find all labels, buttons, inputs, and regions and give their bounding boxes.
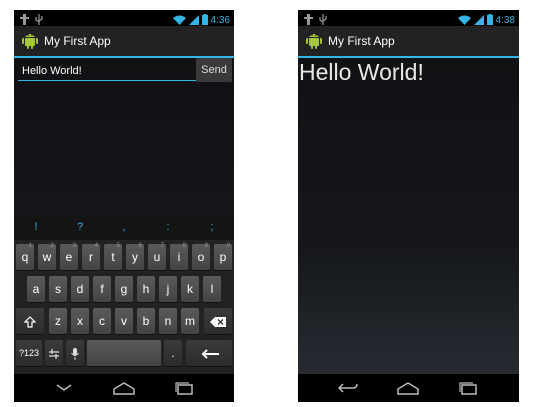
key-alt: 9	[204, 243, 208, 249]
key-label: o	[197, 250, 205, 264]
key-label: i	[177, 250, 181, 264]
action-bar: My First App	[14, 26, 234, 58]
right-phone-screen: 4:38 My First App Hello World!	[298, 10, 519, 402]
app-title: My First App	[44, 34, 111, 48]
nav-recent-icon[interactable]	[170, 380, 198, 396]
key-b[interactable]: b	[137, 308, 155, 334]
key-label: y	[132, 250, 138, 264]
nav-recent-icon[interactable]	[454, 380, 482, 396]
key-alt: 3	[72, 243, 76, 249]
space-key[interactable]	[87, 340, 161, 366]
key-alt: 4	[94, 243, 98, 249]
left-phone-screen: 4:36 My First App Hello World! Send ! ? …	[14, 10, 234, 402]
nav-home-icon[interactable]	[394, 380, 422, 396]
key-s[interactable]: s	[49, 276, 67, 302]
navigation-bar	[298, 374, 519, 402]
suggestion-item[interactable]: ,	[102, 214, 146, 240]
key-alt: 7	[160, 243, 164, 249]
key-d[interactable]: d	[71, 276, 89, 302]
suggestion-strip: ! ? , : ;	[14, 214, 234, 240]
key-alt: 8	[182, 243, 186, 249]
key-alt: 6	[138, 243, 142, 249]
key-j[interactable]: j	[159, 276, 177, 302]
send-button[interactable]: Send	[196, 58, 232, 82]
action-bar: My First App	[298, 26, 519, 58]
backspace-key[interactable]	[204, 308, 232, 334]
key-label: p	[219, 250, 227, 264]
suggestion-item[interactable]: ;	[190, 214, 234, 240]
key-o[interactable]: o9	[192, 243, 210, 270]
app-title: My First App	[328, 34, 395, 48]
soft-keyboard: ! ? , : ; q1 w2 e3 r4 t5 y6 u7 i8 o9 p0 …	[14, 214, 234, 374]
mic-icon	[71, 346, 79, 360]
key-n[interactable]: n	[159, 308, 177, 334]
key-h[interactable]: h	[137, 276, 155, 302]
key-label: e	[65, 250, 73, 264]
status-bar: 4:38	[298, 10, 519, 26]
message-text: Hello World!	[299, 59, 424, 85]
key-label: w	[42, 250, 52, 264]
key-u[interactable]: u7	[148, 243, 166, 270]
input-row: Hello World! Send	[14, 58, 234, 84]
shift-key[interactable]	[16, 308, 44, 334]
enter-icon	[199, 346, 219, 360]
key-alt: 2	[50, 243, 54, 249]
key-m[interactable]: m	[181, 308, 199, 334]
enter-key[interactable]	[186, 340, 232, 366]
key-alt: 0	[226, 243, 230, 249]
key-alt: 1	[28, 243, 32, 249]
key-label: r	[89, 250, 93, 264]
settings-icon	[49, 346, 59, 360]
key-i[interactable]: i8	[170, 243, 188, 270]
android-icon[interactable]	[306, 30, 322, 55]
mic-key[interactable]	[66, 340, 84, 366]
key-f[interactable]: f	[93, 276, 111, 302]
key-alt: 5	[116, 243, 120, 249]
settings-key[interactable]	[45, 340, 63, 366]
key-c[interactable]: c	[93, 308, 111, 334]
nav-home-icon[interactable]	[110, 380, 138, 396]
nav-back-down-icon[interactable]	[50, 380, 78, 396]
navigation-bar	[14, 374, 234, 402]
key-r[interactable]: r4	[82, 243, 100, 270]
key-t[interactable]: t5	[104, 243, 122, 270]
numbers-key[interactable]: ?123	[16, 340, 42, 366]
key-label: q	[21, 250, 29, 264]
message-input[interactable]: Hello World!	[18, 62, 196, 81]
key-label: u	[153, 250, 161, 264]
backspace-icon	[210, 314, 226, 328]
key-p[interactable]: p0	[214, 243, 232, 270]
suggestion-item[interactable]: ?	[58, 214, 102, 240]
key-q[interactable]: q1	[16, 243, 34, 270]
key-a[interactable]: a	[27, 276, 45, 302]
key-label: t	[111, 250, 115, 264]
key-l[interactable]: l	[203, 276, 221, 302]
suggestion-item[interactable]: !	[14, 214, 58, 240]
key-k[interactable]: k	[181, 276, 199, 302]
key-y[interactable]: y6	[126, 243, 144, 270]
status-bar: 4:36	[14, 10, 234, 26]
key-v[interactable]: v	[115, 308, 133, 334]
shift-icon	[23, 314, 37, 328]
key-g[interactable]: g	[115, 276, 133, 302]
key-x[interactable]: x	[71, 308, 89, 334]
key-e[interactable]: e3	[60, 243, 78, 270]
android-icon[interactable]	[22, 30, 38, 55]
period-key[interactable]: .	[164, 340, 182, 366]
key-w[interactable]: w2	[38, 243, 56, 270]
suggestion-item[interactable]: :	[146, 214, 190, 240]
nav-back-icon[interactable]	[334, 380, 362, 396]
key-z[interactable]: z	[49, 308, 67, 334]
